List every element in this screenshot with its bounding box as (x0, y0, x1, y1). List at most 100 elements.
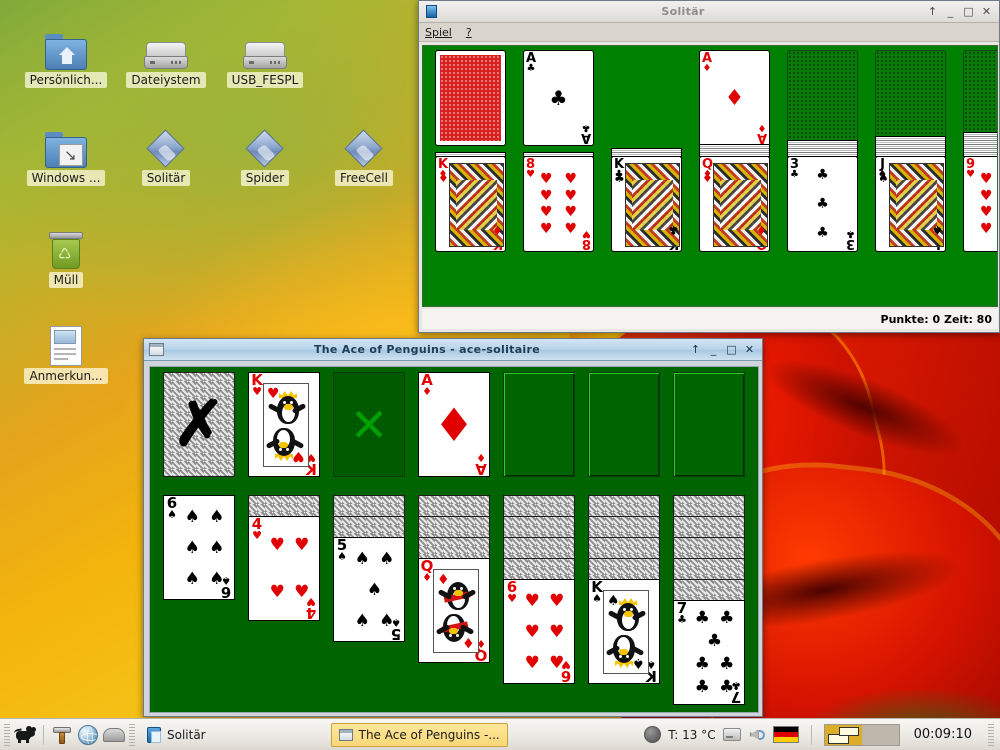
xfce-menu-mouse-icon[interactable] (12, 722, 38, 748)
wine-game-diamond-icon (316, 120, 412, 168)
desktop-icon-trash[interactable]: ♺ Müll (18, 222, 114, 291)
solitaire-menubar[interactable]: Spiel ? (419, 23, 999, 42)
menu-item-spiel[interactable]: Spiel (425, 26, 452, 39)
facedown-card[interactable] (503, 495, 575, 516)
facedown-card[interactable] (333, 495, 405, 516)
tableau-card-8-hearts[interactable]: 8 ♥ 8 ♥ ♥ ♥ ♥ ♥ ♥ ♥ ♥ ♥ (523, 156, 594, 252)
facedown-card[interactable] (673, 579, 745, 600)
desktop-icon-windows[interactable]: ↘ Windows ... (18, 120, 114, 189)
workspace-switcher[interactable] (823, 723, 900, 746)
desktop-icon-label: FreeCell (335, 170, 393, 186)
foundation-card-a-diamonds[interactable]: A ♦ A ♦ ♦ (418, 372, 490, 477)
desktop-icon-usb[interactable]: USB_FESPL (217, 22, 313, 91)
settings-hammer-icon[interactable] (49, 722, 75, 748)
penguins-game-board[interactable]: ✗ K♥ K♥ ♥ ♥ A♦ A (149, 366, 759, 713)
desktop-icon-freecell[interactable]: FreeCell (316, 120, 412, 189)
facedown-card[interactable] (588, 516, 660, 537)
facedown-card[interactable] (418, 516, 490, 537)
penguins-titlebar[interactable]: The Ace of Penguins - ace-solitaire ↑ _ … (144, 339, 762, 361)
facedown-stack[interactable] (963, 132, 997, 157)
moon-icon (644, 726, 662, 743)
desktop-icon-anmerkungen[interactable]: Anmerkun... (18, 318, 114, 387)
speaker-icon[interactable] (748, 727, 766, 743)
desktop-icon-filesystem[interactable]: Dateiystem (118, 22, 214, 91)
maximize-button[interactable]: □ (963, 6, 974, 17)
minimize-button[interactable]: _ (708, 344, 719, 355)
system-tray[interactable]: T: 13 °C 00:09:10 (644, 723, 998, 746)
minimize-button[interactable]: _ (945, 6, 956, 17)
close-button[interactable]: ✕ (744, 344, 755, 355)
task-button-penguins[interactable]: The Ace of Penguins -... (330, 722, 508, 747)
desktop-icon-spider[interactable]: Spider (217, 120, 313, 189)
taskbar[interactable]: Solitär The Ace of Penguins -... T: 13 °… (0, 718, 1000, 750)
foundation-slot-1[interactable] (787, 50, 858, 146)
workspace-2[interactable] (861, 724, 899, 745)
foundation-slot-1[interactable] (503, 372, 575, 477)
tableau-card-k-clubs[interactable]: K♣ K♣ ♣ ♣ (611, 156, 682, 252)
facedown-card[interactable] (418, 495, 490, 516)
task-button-solitaer[interactable]: Solitär (139, 723, 214, 747)
penguins-window[interactable]: The Ace of Penguins - ace-solitaire ↑ _ … (143, 338, 763, 717)
foundation-slot-2[interactable] (588, 372, 660, 477)
facedown-card[interactable] (588, 558, 660, 579)
tableau-card-j-spades[interactable]: J♠ J♠ ♠ ♠ (875, 156, 946, 252)
solitaire-titlebar[interactable]: Solitär ↑ _ □ ✕ (419, 1, 999, 23)
tasklist-drag-handle[interactable] (129, 723, 135, 746)
tableau-card-9-hearts[interactable]: 9♥ 9♥ ♥♥ ♥♥ ♥♥ ♥♥ (963, 156, 997, 252)
desktop-icon-home[interactable]: Persönlich... (18, 22, 114, 91)
facedown-card[interactable] (503, 516, 575, 537)
facedown-card[interactable] (503, 537, 575, 558)
penguin-icon (265, 424, 305, 462)
facedown-card[interactable] (673, 537, 745, 558)
workspace-1[interactable] (824, 724, 862, 745)
pip: ♦ (702, 171, 713, 185)
facedown-card[interactable] (333, 516, 405, 537)
web-browser-globe-icon[interactable] (75, 722, 101, 748)
close-button[interactable]: ✕ (981, 6, 992, 17)
foundation-slot-2[interactable] (875, 50, 946, 146)
tableau-card-q-diamonds[interactable]: Q♦ Q♦ ♦ ♦ (699, 156, 770, 252)
stock-pile[interactable] (435, 50, 506, 146)
waste-empty-slot[interactable] (333, 372, 405, 477)
facedown-stack[interactable] (875, 136, 946, 157)
menu-item-help[interactable]: ? (466, 26, 472, 39)
desktop-icon-solitaer[interactable]: Solitär (118, 120, 214, 189)
facedown-stack[interactable] (787, 140, 858, 157)
file-manager-icon[interactable] (101, 722, 127, 748)
panel-drag-handle[interactable] (4, 723, 10, 746)
solitaire-window-title: Solitär (661, 5, 705, 18)
german-flag-icon[interactable] (772, 726, 799, 743)
facedown-card[interactable] (673, 495, 745, 516)
maximize-button[interactable]: □ (726, 344, 737, 355)
foundation-slot-3[interactable] (673, 372, 745, 477)
solitaire-game-board[interactable]: A♣ A♣ ♣ A♦ A♦ ♦ K♦ K♦ ♦ ♦ 8 (422, 45, 998, 307)
tableau-card-6-spades[interactable]: 6 ♠ 6 ♠ ♠ ♠ ♠ ♠ ♠ ♠ (163, 495, 235, 600)
waste-card-ace-diamonds[interactable]: A ♦ A ♦ ♦ (699, 50, 770, 146)
tableau-card-5-spades[interactable]: 5 ♠ 5 ♠ ♠ ♠ ♠ ♠ ♠ (333, 537, 405, 642)
tableau-card-3-clubs[interactable]: 3 ♣ 3 ♣ ♣ ♣ ♣ (787, 156, 858, 252)
facedown-card[interactable] (588, 495, 660, 516)
tableau-card-7-clubs[interactable]: 7 ♣ 7 ♣ ♣ ♣ ♣ ♣ ♣ ♣ ♣ (673, 600, 745, 705)
facedown-card[interactable] (588, 537, 660, 558)
tableau-card-k-diamonds[interactable]: K♦ K♦ ♦ ♦ (435, 156, 506, 252)
panel-drag-handle[interactable] (988, 723, 994, 746)
facedown-card[interactable] (248, 495, 320, 516)
facedown-card[interactable] (673, 516, 745, 537)
tableau-card-k-spades[interactable]: K ♠ K ♠ ♠ ♠ (588, 579, 660, 684)
shade-button[interactable]: ↑ (690, 344, 701, 355)
pip-center: ♦ (724, 85, 745, 111)
weather-temperature: T: 13 °C (668, 727, 716, 742)
stock-pile[interactable]: ✗ (163, 372, 235, 477)
facedown-card[interactable] (673, 558, 745, 579)
tableau-card-4-hearts[interactable]: 4 ♥ 4 ♥ ♥ ♥ ♥ ♥ (248, 516, 320, 621)
solitaire-window[interactable]: Solitär ↑ _ □ ✕ Spiel ? A ♣ A ♣ ♣ A ♦ A ♦ ♦ (418, 0, 1000, 333)
shade-button[interactable]: ↑ (927, 6, 938, 17)
facedown-card[interactable] (503, 558, 575, 579)
waste-card-ace-clubs[interactable]: A ♣ A ♣ ♣ (523, 50, 594, 146)
waste-card-k-hearts[interactable]: K ♥ K ♥ ♥ ♥ (248, 372, 320, 477)
clock[interactable]: 00:09:10 (907, 727, 979, 742)
tableau-card-6-hearts[interactable]: 6 ♥ 6 ♥ ♥ ♥ ♥ ♥ ♥ ♥ (503, 579, 575, 684)
facedown-card[interactable] (418, 537, 490, 558)
removable-drive-icon[interactable] (722, 728, 741, 741)
tableau-card-q-diamonds[interactable]: Q♦ Q♦ ♦ ♦ (418, 558, 490, 663)
